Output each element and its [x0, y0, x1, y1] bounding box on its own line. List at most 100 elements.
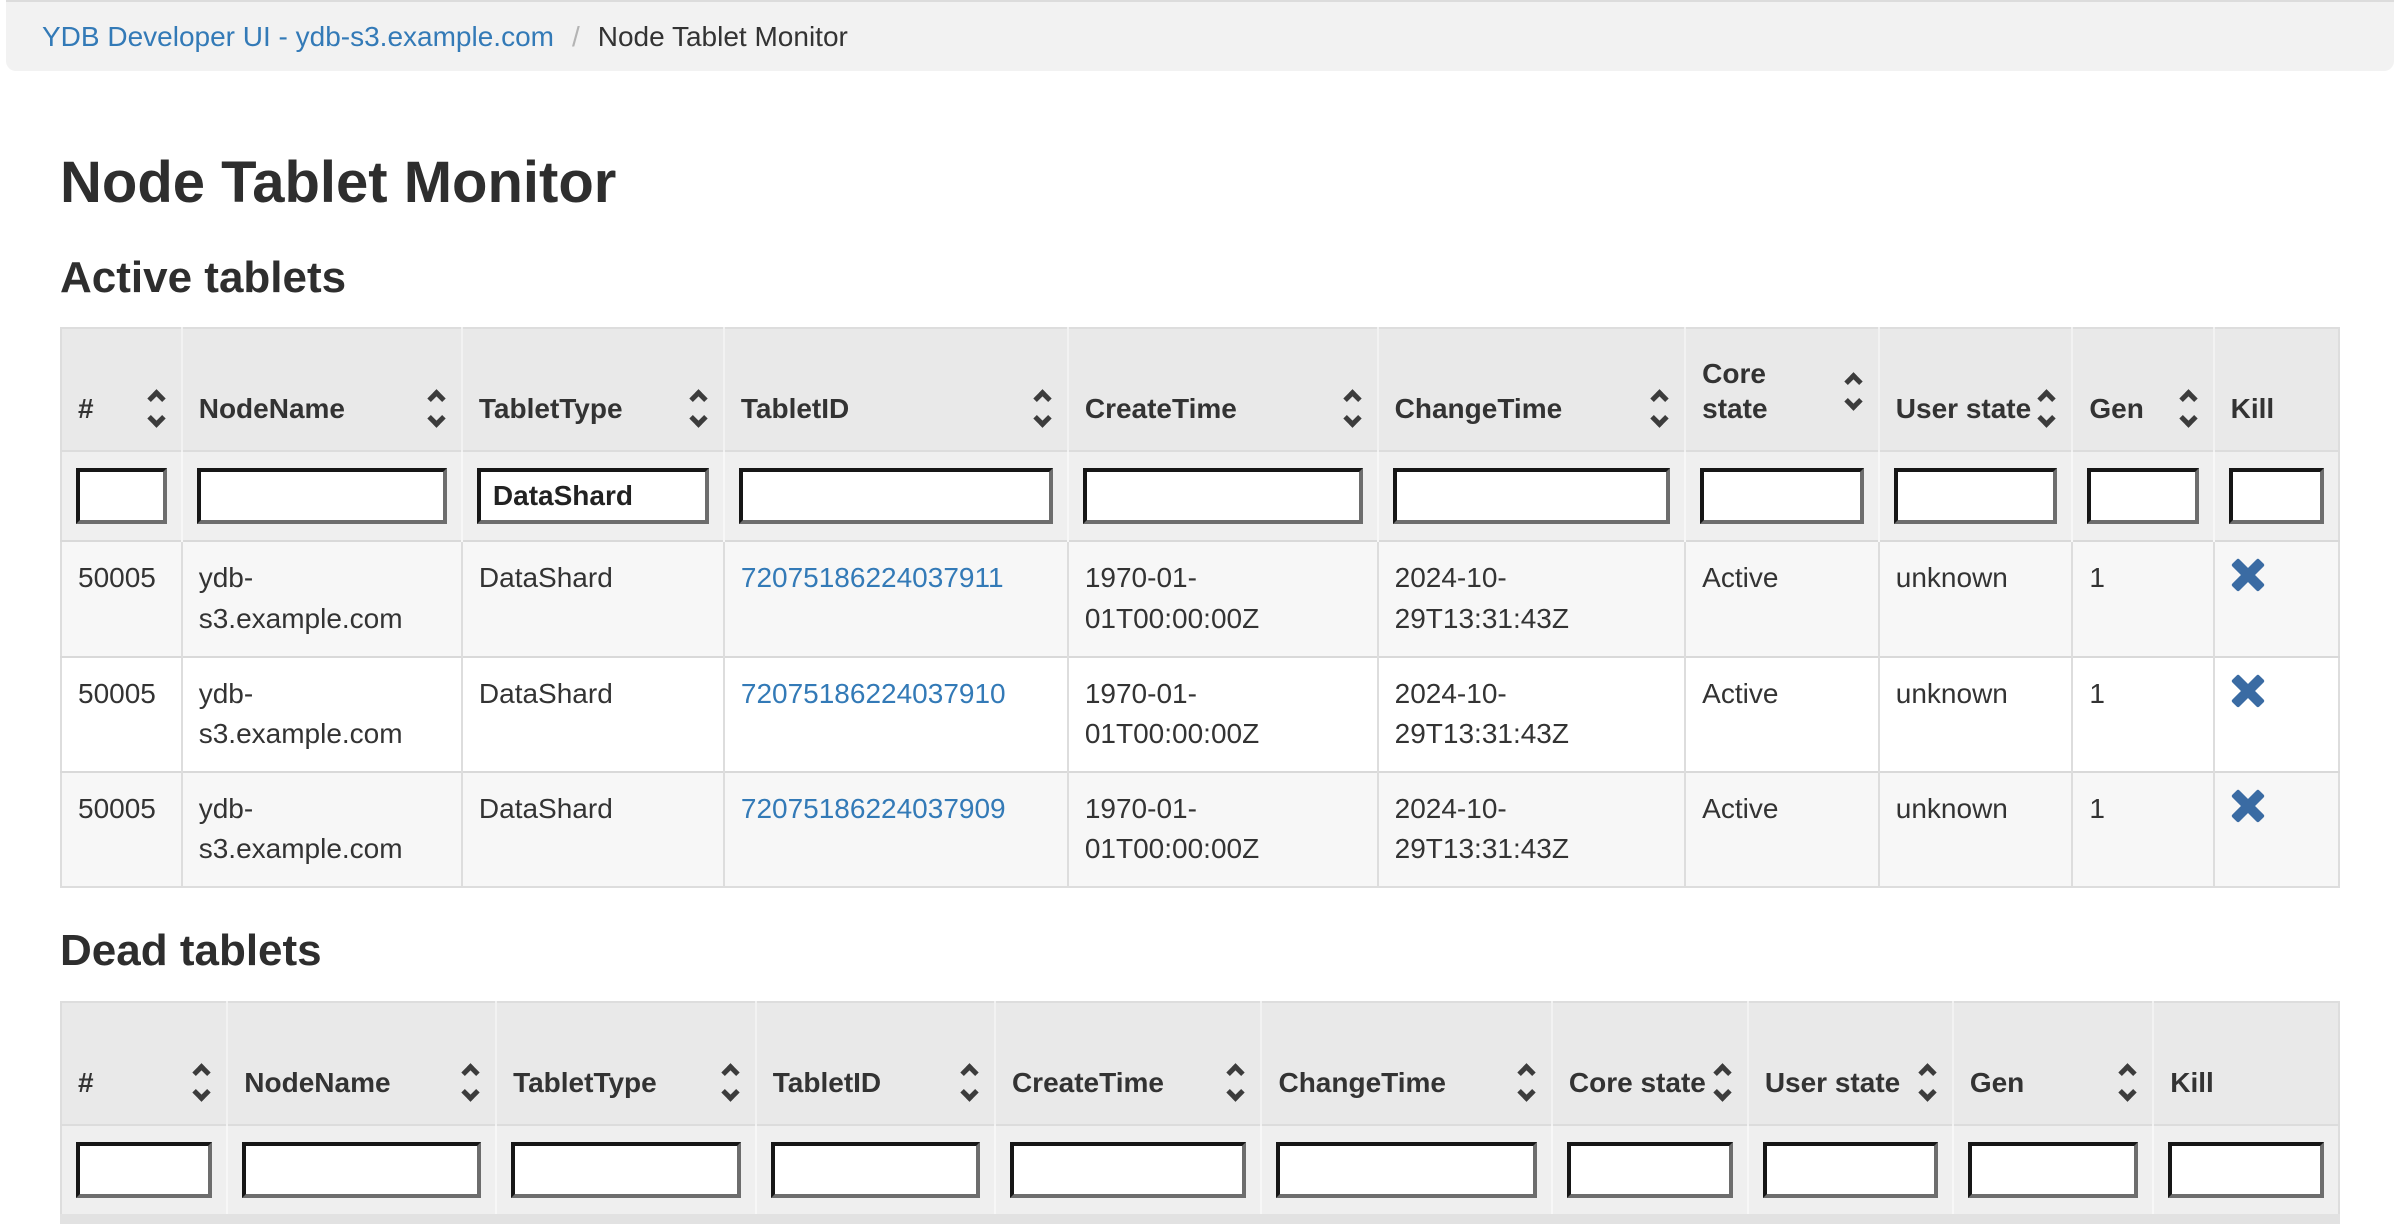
dead-filter-createtime-input[interactable]: [1010, 1142, 1247, 1198]
table-row: 50005 ydb-s3.example.com DataShard 72075…: [61, 657, 2339, 772]
active-filter-userstate-input[interactable]: [1894, 468, 2058, 524]
cell-createtime: 1970-01-01T00:00:00Z: [1068, 657, 1378, 772]
dead-filter-row: [61, 1125, 2339, 1219]
col-header-num[interactable]: #: [61, 328, 182, 451]
col-header-kill: Kill: [2214, 328, 2339, 451]
active-filter-nodename-input[interactable]: [197, 468, 447, 524]
cell-tabletid: 72075186224037909: [724, 772, 1068, 887]
dead-filter-userstate-input[interactable]: [1763, 1142, 1938, 1198]
dead-filter-nodename-input[interactable]: [242, 1142, 481, 1198]
active-filter-tablettype-input[interactable]: [477, 468, 709, 524]
col-header-label: CreateTime: [1012, 1065, 1164, 1100]
dead-filter-gen-input[interactable]: [1968, 1142, 2138, 1198]
col-header-userstate[interactable]: User state: [1748, 1002, 1953, 1125]
col-header-num[interactable]: #: [61, 1002, 227, 1125]
active-filter-kill-input[interactable]: [2229, 468, 2324, 524]
table-row: 50005 ydb-s3.example.com DataShard 72075…: [61, 772, 2339, 887]
dead-tablets-table: # NodeName TabletType TabletID CreateTim…: [60, 1001, 2340, 1224]
col-header-label: TabletType: [513, 1065, 657, 1100]
sort-icon: [692, 392, 707, 425]
active-filter-row: [61, 451, 2339, 541]
cell-nodename: ydb-s3.example.com: [182, 772, 462, 887]
kill-button[interactable]: [2231, 789, 2265, 823]
col-header-kill: Kill: [2153, 1002, 2339, 1125]
dead-header-row: # NodeName TabletType TabletID CreateTim…: [61, 1002, 2339, 1125]
kill-button[interactable]: [2231, 674, 2265, 708]
col-header-label: TabletID: [773, 1065, 881, 1100]
cell-userstate: unknown: [1879, 541, 2073, 656]
filter-cell: [1953, 1125, 2153, 1219]
col-header-createtime[interactable]: CreateTime: [1068, 328, 1378, 451]
filter-cell: [496, 1125, 756, 1219]
sort-icon: [1520, 1066, 1535, 1099]
col-header-nodename[interactable]: NodeName: [227, 1002, 496, 1125]
dead-filter-tablettype-input[interactable]: [511, 1142, 741, 1198]
filter-cell: [1879, 451, 2073, 541]
col-header-label: ChangeTime: [1395, 391, 1563, 426]
col-header-corestate[interactable]: Core state: [1552, 1002, 1748, 1125]
col-header-tablettype[interactable]: TabletType: [496, 1002, 756, 1125]
active-filter-gen-input[interactable]: [2087, 468, 2198, 524]
cell-gen: 1: [2072, 772, 2213, 887]
dead-filter-tabletid-input[interactable]: [771, 1142, 980, 1198]
filter-cell: [756, 1125, 995, 1219]
kill-button[interactable]: [2231, 558, 2265, 592]
cell-nodename: ydb-s3.example.com: [182, 657, 462, 772]
sort-icon: [464, 1066, 479, 1099]
col-header-changetime[interactable]: ChangeTime: [1378, 328, 1686, 451]
cell-corestate: Active: [1685, 772, 1879, 887]
cell-createtime: 1970-01-01T00:00:00Z: [1068, 541, 1378, 656]
breadcrumb-root-link[interactable]: YDB Developer UI - ydb-s3.example.com: [42, 21, 554, 53]
cell-tabletid: 72075186224037910: [724, 657, 1068, 772]
active-filter-createtime-input[interactable]: [1083, 468, 1363, 524]
col-header-tabletid[interactable]: TabletID: [724, 328, 1068, 451]
filter-cell: [2072, 451, 2213, 541]
sort-icon: [2182, 392, 2197, 425]
cell-createtime: 1970-01-01T00:00:00Z: [1068, 772, 1378, 887]
cell-num: 50005: [61, 772, 182, 887]
col-header-changetime[interactable]: ChangeTime: [1261, 1002, 1551, 1125]
cell-changetime: 2024-10-29T13:31:43Z: [1378, 772, 1686, 887]
filter-cell: [995, 1125, 1262, 1219]
active-header-row: # NodeName TabletType TabletID CreateTim…: [61, 328, 2339, 451]
col-header-label: TabletID: [741, 391, 849, 426]
dead-filter-kill-input[interactable]: [2168, 1142, 2324, 1198]
sort-icon: [150, 392, 165, 425]
tablet-id-link[interactable]: 72075186224037909: [741, 793, 1006, 824]
dead-filter-corestate-input[interactable]: [1567, 1142, 1733, 1198]
col-header-corestate[interactable]: Core state: [1685, 328, 1879, 451]
filter-cell: [182, 451, 462, 541]
col-header-createtime[interactable]: CreateTime: [995, 1002, 1262, 1125]
active-tablets-heading: Active tablets: [60, 253, 2340, 304]
col-header-gen[interactable]: Gen: [1953, 1002, 2153, 1125]
active-filter-corestate-input[interactable]: [1700, 468, 1864, 524]
cell-changetime: 2024-10-29T13:31:43Z: [1378, 541, 1686, 656]
sort-icon: [1847, 375, 1862, 408]
col-header-tablettype[interactable]: TabletType: [462, 328, 724, 451]
cell-gen: 1: [2072, 541, 2213, 656]
sort-icon: [963, 1066, 978, 1099]
active-filter-num-input[interactable]: [76, 468, 167, 524]
col-header-gen[interactable]: Gen: [2072, 328, 2213, 451]
filter-cell: [724, 451, 1068, 541]
cell-gen: 1: [2072, 657, 2213, 772]
cell-corestate: Active: [1685, 657, 1879, 772]
active-filter-tabletid-input[interactable]: [739, 468, 1053, 524]
dead-filter-num-input[interactable]: [76, 1142, 212, 1198]
cell-corestate: Active: [1685, 541, 1879, 656]
dead-filter-changetime-input[interactable]: [1276, 1142, 1536, 1198]
col-header-label: #: [78, 1065, 94, 1100]
sort-icon: [724, 1066, 739, 1099]
cell-kill: [2214, 772, 2339, 887]
col-header-nodename[interactable]: NodeName: [182, 328, 462, 451]
breadcrumb: YDB Developer UI - ydb-s3.example.com / …: [6, 0, 2394, 71]
filter-cell: [1748, 1125, 1953, 1219]
col-header-userstate[interactable]: User state: [1879, 328, 2073, 451]
tablet-id-link[interactable]: 72075186224037910: [741, 678, 1006, 709]
tablet-id-link[interactable]: 72075186224037911: [741, 562, 1004, 593]
filter-cell: [1378, 451, 1686, 541]
active-filter-changetime-input[interactable]: [1393, 468, 1671, 524]
cell-tablettype: DataShard: [462, 772, 724, 887]
filter-cell: [462, 451, 724, 541]
col-header-tabletid[interactable]: TabletID: [756, 1002, 995, 1125]
